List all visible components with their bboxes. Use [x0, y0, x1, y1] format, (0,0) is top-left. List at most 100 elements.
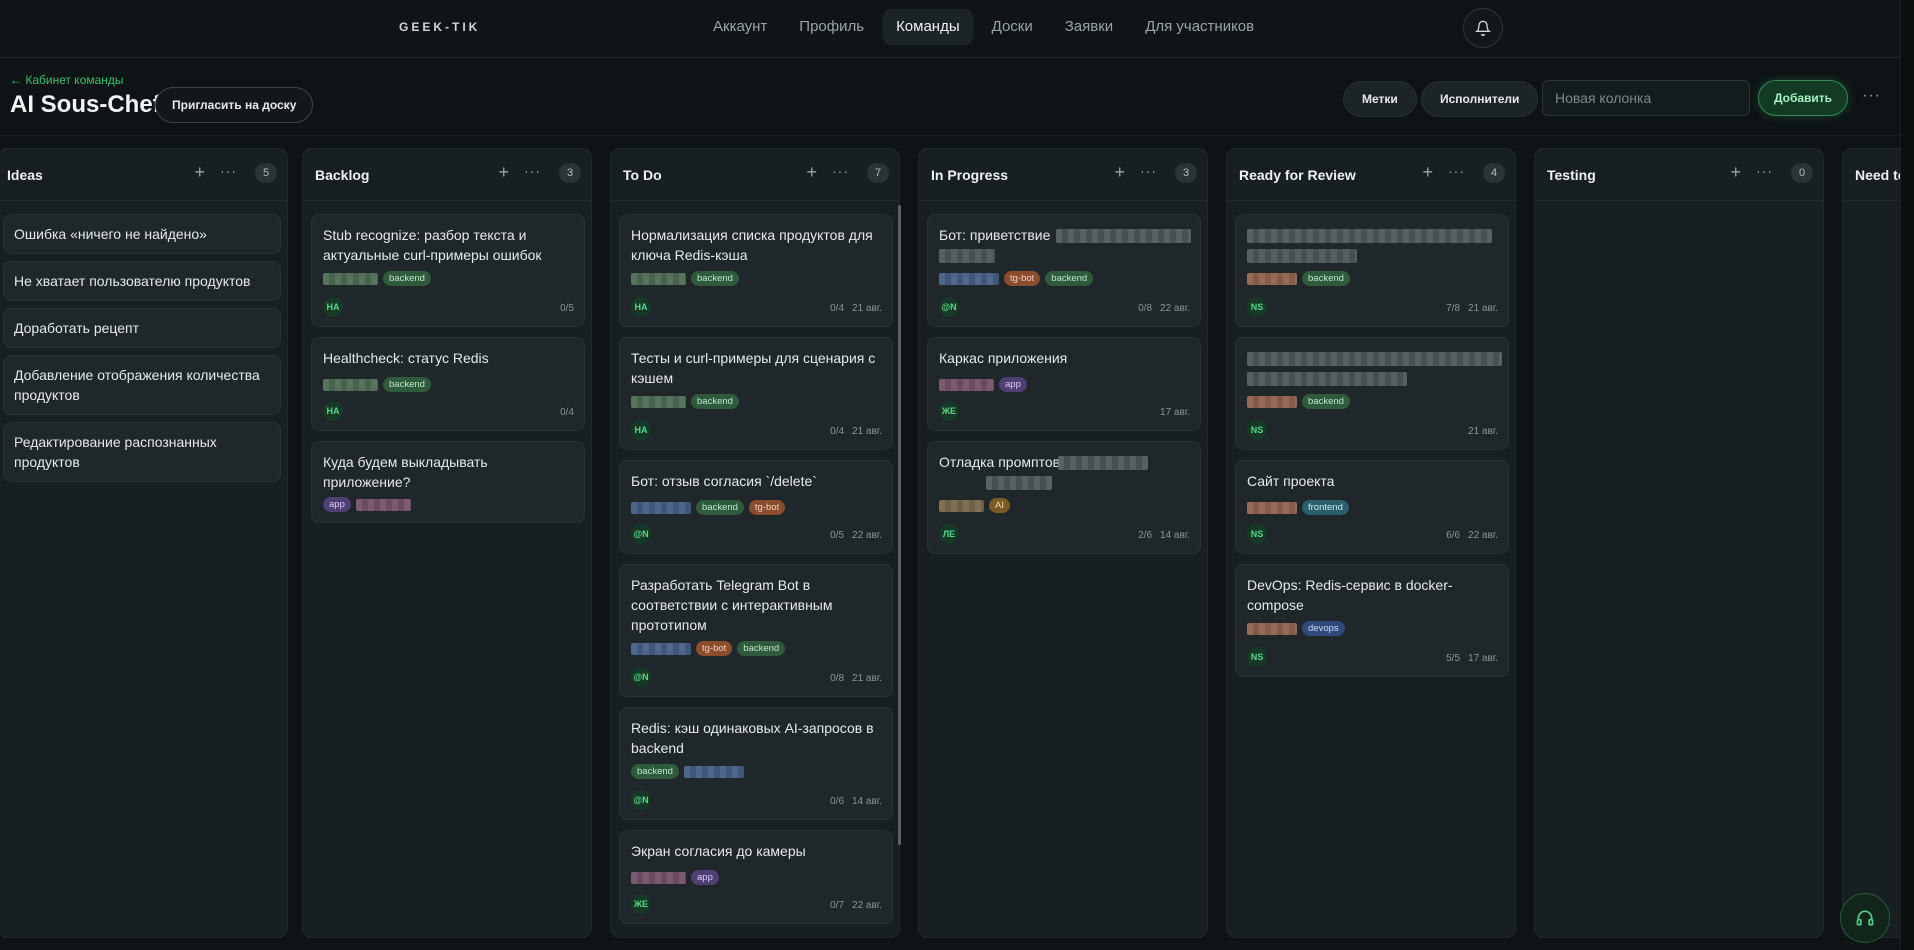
- task-card[interactable]: Сайт проекта frontend NS 6/6 22 авг.: [1235, 460, 1509, 554]
- card-meta: 0/4 21 авг.: [830, 426, 882, 437]
- idea-card[interactable]: Не хватает пользователю продуктов: [3, 261, 281, 301]
- tag-backend: backend: [691, 394, 739, 409]
- column-menu-icon[interactable]: ···: [1448, 163, 1465, 179]
- card-meta: 0/5: [560, 303, 574, 314]
- redacted-label: [631, 871, 686, 884]
- idea-card[interactable]: Редактирование распознанных продуктов: [3, 422, 281, 482]
- assignee-avatar[interactable]: @N: [631, 667, 651, 687]
- card-tags: app: [631, 870, 719, 885]
- assignee-avatar[interactable]: NS: [1247, 420, 1267, 440]
- add-card-icon[interactable]: +: [194, 162, 205, 183]
- add-card-icon[interactable]: +: [1730, 162, 1741, 183]
- card-title: Куда будем выкладывать приложение?: [323, 454, 488, 490]
- card-meta: 5/5 17 авг.: [1446, 653, 1498, 664]
- card-meta: 6/6 22 авг.: [1446, 530, 1498, 541]
- nav-profile[interactable]: Профиль: [786, 9, 877, 45]
- assignee-avatar[interactable]: НА: [323, 401, 343, 421]
- assignee-avatar[interactable]: @N: [631, 524, 651, 544]
- assignee-avatar[interactable]: NS: [1247, 524, 1267, 544]
- task-card[interactable]: backend NS 21 авг.: [1235, 337, 1509, 450]
- column-menu-icon[interactable]: ···: [220, 163, 237, 179]
- nav-account[interactable]: Аккаунт: [700, 9, 780, 45]
- assignee-avatar[interactable]: NS: [1247, 297, 1267, 317]
- tag-backend: backend: [383, 271, 431, 286]
- more-options-icon[interactable]: ···: [1862, 87, 1881, 105]
- task-card[interactable]: Экран согласия до камеры app ЖЕ 0/7 22 а…: [619, 830, 893, 924]
- task-card[interactable]: Нормализация списка продуктов для ключа …: [619, 214, 893, 327]
- invite-button[interactable]: Пригласить на доску: [155, 87, 314, 123]
- task-card[interactable]: Разработать Telegram Bot в соответствии …: [619, 564, 893, 697]
- due-date: 17 авг.: [1468, 653, 1498, 664]
- tag-app: app: [323, 497, 351, 512]
- add-card-icon[interactable]: +: [806, 162, 817, 183]
- card-meta: 0/4 21 авг.: [830, 303, 882, 314]
- redacted-label: [1247, 272, 1297, 285]
- assignee-avatar[interactable]: NS: [1247, 647, 1267, 667]
- task-card[interactable]: Redis: кэш одинаковых AI-запросов в back…: [619, 707, 893, 820]
- idea-card[interactable]: Добавление отображения количества продук…: [3, 355, 281, 415]
- redacted-label: [1247, 395, 1297, 408]
- redacted-label: [683, 765, 744, 778]
- task-card[interactable]: Каркас приложения app ЖЕ 17 авг.: [927, 337, 1201, 431]
- brand-logo[interactable]: GEEK-TIK: [399, 20, 480, 34]
- task-card[interactable]: DevOps: Redis-сервис в docker-compose de…: [1235, 564, 1509, 677]
- assignee-avatar[interactable]: ЖЕ: [939, 401, 959, 421]
- tag-backend: backend: [1302, 271, 1350, 286]
- back-to-team-link[interactable]: ← Кабинет команды: [10, 73, 124, 87]
- task-card[interactable]: Отладка промптов AI ЛЕ 2/6 14 авг.: [927, 441, 1201, 554]
- task-card[interactable]: Stub recognize: разбор текста и актуальн…: [311, 214, 585, 327]
- checklist-progress: 0/7: [830, 900, 845, 911]
- tag-tg-bot: tg-bot: [696, 641, 733, 656]
- card-meta: 0/4: [560, 407, 574, 418]
- assignee-avatar[interactable]: НА: [631, 420, 651, 440]
- assignee-avatar[interactable]: @N: [939, 297, 959, 317]
- add-card-icon[interactable]: +: [1114, 162, 1125, 183]
- column-header: In Progress + ··· 3: [919, 149, 1207, 201]
- page-scrollbar[interactable]: [1900, 0, 1914, 950]
- task-card[interactable]: Бот: отзыв согласия `/delete` backend tg…: [619, 460, 893, 554]
- column-scrollbar[interactable]: [898, 205, 901, 845]
- assignee-avatar[interactable]: НА: [323, 297, 343, 317]
- idea-card[interactable]: Доработать рецепт: [3, 308, 281, 348]
- nav-participants[interactable]: Для участников: [1132, 9, 1267, 45]
- task-card[interactable]: Бот: приветствие tg-bot backend @N 0/8 2…: [927, 214, 1201, 327]
- column-header: Ideas + ··· 5: [0, 149, 287, 201]
- add-column-button[interactable]: Добавить: [1758, 80, 1848, 116]
- card-count-badge: 0: [1791, 163, 1813, 183]
- board-header: ← Кабинет команды AI Sous-Chef Пригласит…: [0, 59, 1900, 136]
- due-date: 22 авг.: [852, 530, 882, 541]
- notifications-button[interactable]: [1463, 8, 1503, 48]
- column-menu-icon[interactable]: ···: [524, 163, 541, 179]
- tag-frontend: frontend: [1302, 500, 1349, 515]
- task-card[interactable]: Healthcheck: статус Redis backend НА 0/4: [311, 337, 585, 431]
- card-title: Нормализация списка продуктов для ключа …: [631, 227, 873, 263]
- assignee-avatar[interactable]: @N: [631, 790, 651, 810]
- task-card[interactable]: Тесты и curl-примеры для сценария с кэше…: [619, 337, 893, 450]
- card-tags: backend: [631, 271, 739, 286]
- nav-requests[interactable]: Заявки: [1052, 9, 1126, 45]
- due-date: 21 авг.: [852, 303, 882, 314]
- assignee-avatar[interactable]: ЛЕ: [939, 524, 959, 544]
- new-column-input[interactable]: [1542, 80, 1750, 116]
- nav-teams[interactable]: Команды: [883, 9, 973, 45]
- add-card-icon[interactable]: +: [1422, 162, 1433, 183]
- column-title: Ready for Review: [1239, 167, 1356, 183]
- assignee-avatar[interactable]: ЖЕ: [631, 894, 651, 914]
- idea-card[interactable]: Ошибка «ничего не найдено»: [3, 214, 281, 254]
- assignees-button[interactable]: Исполнители: [1421, 81, 1539, 117]
- card-title: Каркас приложения: [939, 350, 1068, 366]
- column-menu-icon[interactable]: ···: [1140, 163, 1157, 179]
- column-menu-icon[interactable]: ···: [1756, 163, 1773, 179]
- redacted-label: [323, 272, 378, 285]
- support-button[interactable]: [1840, 893, 1890, 943]
- assignee-avatar[interactable]: НА: [631, 297, 651, 317]
- redacted-title: [1247, 352, 1502, 366]
- column-header: Backlog + ··· 3: [303, 149, 591, 201]
- task-card[interactable]: backend NS 7/8 21 авг.: [1235, 214, 1509, 327]
- labels-button[interactable]: Метки: [1343, 81, 1417, 117]
- column-menu-icon[interactable]: ···: [832, 163, 849, 179]
- task-card[interactable]: Куда будем выкладывать приложение? app: [311, 441, 585, 523]
- add-card-icon[interactable]: +: [498, 162, 509, 183]
- nav-boards[interactable]: Доски: [979, 9, 1046, 45]
- card-tags: devops: [1247, 621, 1345, 636]
